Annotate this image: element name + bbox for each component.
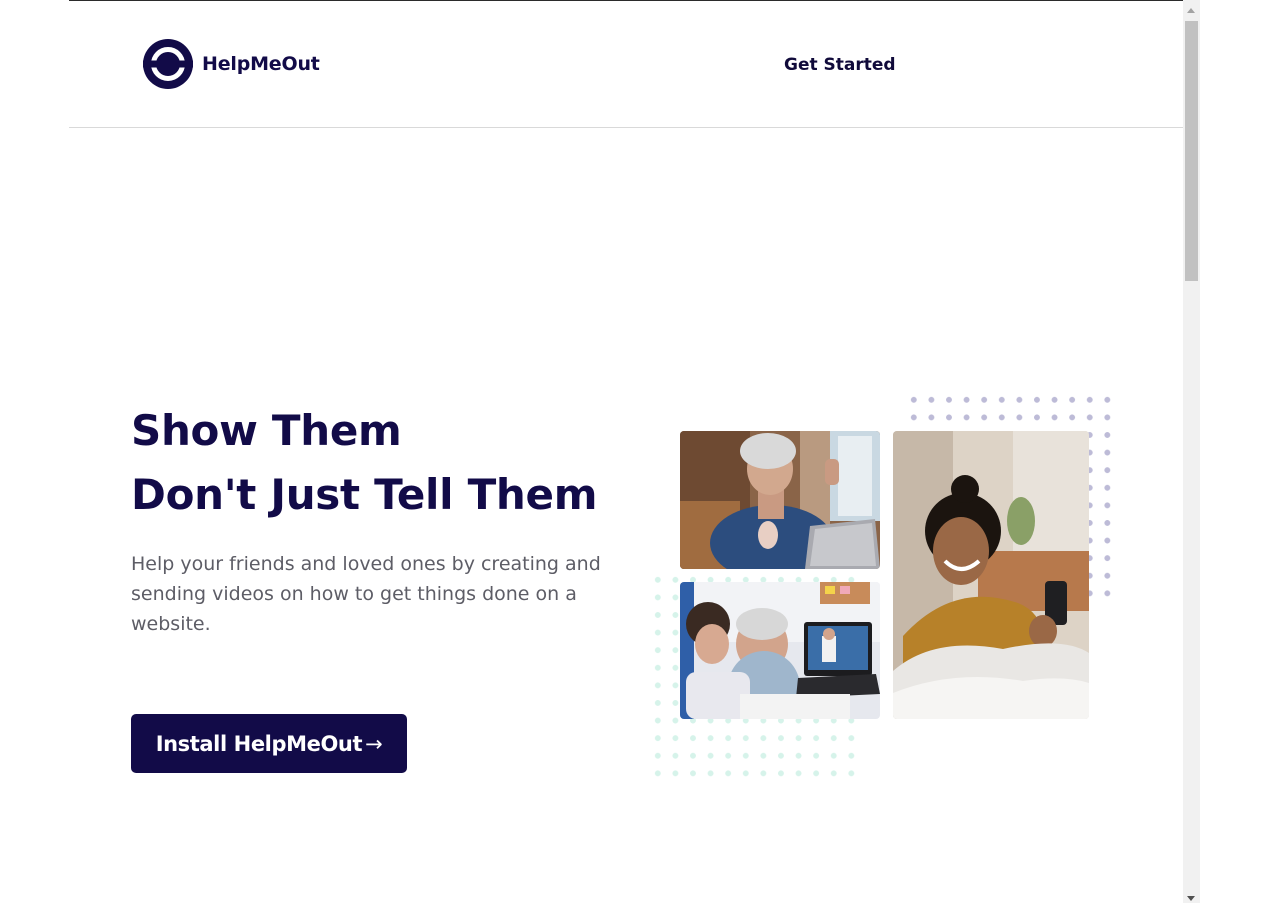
hero-title-line-2: Don't Just Tell Them xyxy=(131,470,598,519)
hero-title: Show Them Don't Just Tell Them xyxy=(131,399,597,527)
helpmeout-logo-icon xyxy=(143,39,193,89)
site-header: HelpMeOut Get Started xyxy=(69,1,1183,128)
hero-photo-woman-phone xyxy=(893,431,1089,719)
scrollbar-thumb[interactable] xyxy=(1185,21,1198,281)
install-helpmeout-button[interactable]: Install HelpMeOut → xyxy=(131,714,407,773)
hero-description: Help your friends and loved ones by crea… xyxy=(131,553,601,635)
logo[interactable]: HelpMeOut xyxy=(143,39,320,89)
get-started-link[interactable]: Get Started xyxy=(784,55,896,75)
install-button-label: Install HelpMeOut xyxy=(155,731,363,756)
scroll-up-arrow-icon[interactable] xyxy=(1187,8,1195,13)
scroll-down-arrow-icon[interactable] xyxy=(1187,896,1195,901)
hero-photo-woman-laptop xyxy=(680,431,880,569)
arrow-right-icon: → xyxy=(365,731,383,756)
vertical-scrollbar[interactable] xyxy=(1183,0,1200,903)
hero-title-line-1: Show Them xyxy=(131,406,402,455)
hero-photo-boy-grandfather xyxy=(680,582,880,719)
browser-viewport: HelpMeOut Get Started Show Them Don't Ju… xyxy=(69,0,1183,903)
logo-text: HelpMeOut xyxy=(202,53,320,75)
